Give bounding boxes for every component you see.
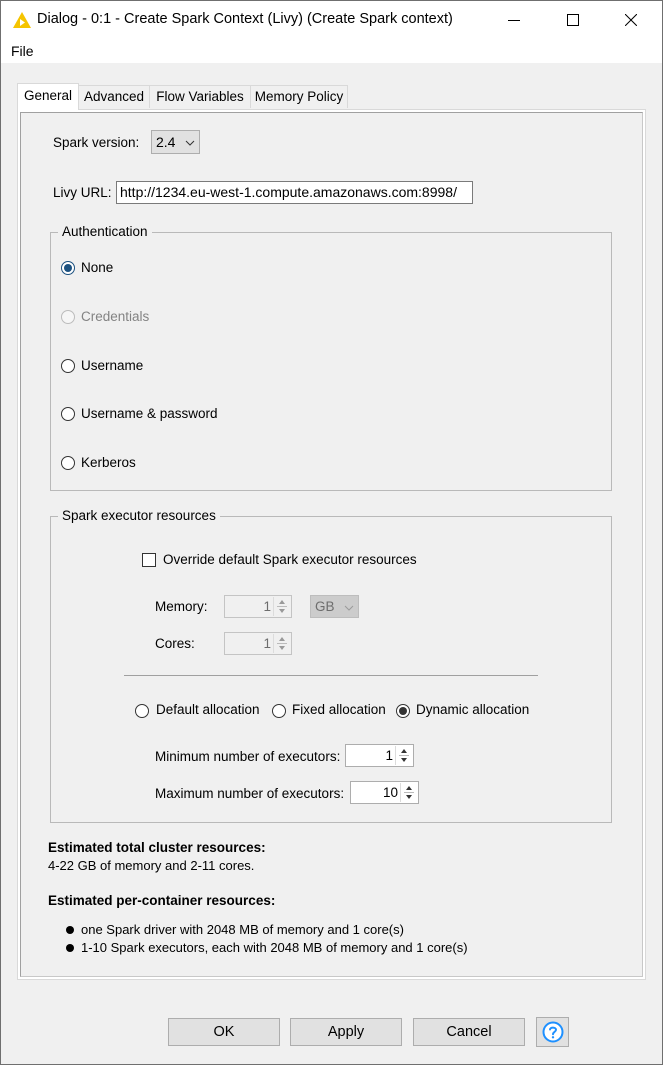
- memory-unit-select: GB: [310, 595, 359, 618]
- window-title: Dialog - 0:1 - Create Spark Context (Liv…: [37, 11, 453, 27]
- help-button[interactable]: [536, 1017, 569, 1047]
- close-icon: [625, 14, 637, 26]
- memory-spinner: 1: [224, 595, 292, 618]
- override-resources-checkbox[interactable]: [142, 553, 156, 567]
- max-executors-label: Maximum number of executors:: [155, 786, 345, 801]
- spinner-up-icon: [279, 637, 285, 641]
- apply-button[interactable]: Apply: [290, 1018, 402, 1046]
- min-executors-label: Minimum number of executors:: [155, 749, 341, 764]
- minimize-button[interactable]: [491, 1, 537, 39]
- tab-advanced[interactable]: Advanced: [78, 85, 150, 108]
- allocation-label-default[interactable]: Default allocation: [156, 702, 260, 717]
- spinner-down-icon: [279, 609, 285, 613]
- allocation-label-fixed[interactable]: Fixed allocation: [292, 702, 386, 717]
- dialog-window: Dialog - 0:1 - Create Spark Context (Liv…: [0, 0, 663, 1065]
- auth-radio-username[interactable]: [61, 359, 75, 373]
- ok-button[interactable]: OK: [168, 1018, 280, 1046]
- allocation-radio-fixed[interactable]: [272, 704, 286, 718]
- min-executors-arrows[interactable]: [395, 746, 412, 765]
- max-executors-spinner[interactable]: 10: [350, 781, 419, 804]
- spark-version-label: Spark version:: [53, 135, 140, 150]
- override-resources-label[interactable]: Override default Spark executor resource…: [163, 552, 417, 567]
- cores-spinner: 1: [224, 632, 292, 655]
- menu-file[interactable]: File: [11, 43, 34, 59]
- spinner-up-icon[interactable]: [401, 749, 407, 753]
- tab-general[interactable]: General: [17, 83, 79, 110]
- menu-bar: File: [1, 39, 662, 63]
- chevron-down-icon: [344, 605, 354, 611]
- spinner-down-icon: [279, 646, 285, 650]
- auth-label-username-password[interactable]: Username & password: [81, 406, 218, 421]
- cores-value: 1: [263, 636, 271, 651]
- executor-resources-group-title: Spark executor resources: [58, 508, 220, 523]
- memory-value: 1: [263, 599, 271, 614]
- min-executors-value: 1: [385, 748, 393, 763]
- auth-radio-kerberos[interactable]: [61, 456, 75, 470]
- auth-label-username[interactable]: Username: [81, 358, 143, 373]
- minimize-icon: [508, 20, 520, 21]
- chevron-down-icon: [185, 140, 195, 146]
- per-container-item: one Spark driver with 2048 MB of memory …: [81, 922, 404, 937]
- per-container-item: 1-10 Spark executors, each with 2048 MB …: [81, 940, 468, 955]
- allocation-label-dynamic[interactable]: Dynamic allocation: [416, 702, 529, 717]
- tab-flow-variables[interactable]: Flow Variables: [149, 85, 251, 108]
- memory-unit-value: GB: [315, 599, 335, 614]
- allocation-radio-dynamic[interactable]: [396, 704, 410, 718]
- memory-spinner-arrows: [273, 597, 290, 616]
- cores-spinner-arrows: [273, 634, 290, 653]
- spinner-down-icon[interactable]: [406, 795, 412, 799]
- livy-url-label: Livy URL:: [53, 185, 112, 200]
- cancel-button[interactable]: Cancel: [413, 1018, 525, 1046]
- spark-version-select[interactable]: 2.4: [151, 130, 200, 154]
- auth-radio-credentials: [61, 310, 75, 324]
- knime-triangle-icon: [13, 12, 31, 28]
- livy-url-input[interactable]: http://1234.eu-west-1.compute.amazonaws.…: [116, 181, 473, 204]
- title-bar: Dialog - 0:1 - Create Spark Context (Liv…: [1, 1, 662, 39]
- maximize-button[interactable]: [550, 1, 596, 39]
- authentication-group-title: Authentication: [58, 224, 152, 239]
- spinner-up-icon[interactable]: [406, 786, 412, 790]
- spinner-down-icon[interactable]: [401, 758, 407, 762]
- auth-label-credentials: Credentials: [81, 309, 150, 324]
- total-resources-text: 4-22 GB of memory and 2-11 cores.: [48, 858, 255, 873]
- cores-label: Cores:: [155, 636, 195, 651]
- auth-label-kerberos[interactable]: Kerberos: [81, 455, 136, 470]
- max-executors-arrows[interactable]: [400, 783, 417, 802]
- min-executors-spinner[interactable]: 1: [345, 744, 414, 767]
- close-button[interactable]: [608, 1, 654, 39]
- total-resources-heading: Estimated total cluster resources:: [48, 840, 266, 855]
- bullet-icon: [66, 944, 74, 952]
- tab-memory-policy[interactable]: Memory Policy: [250, 85, 348, 108]
- maximize-icon: [567, 14, 579, 26]
- help-icon: [542, 1021, 563, 1043]
- max-executors-value: 10: [382, 785, 398, 800]
- separator: [124, 675, 538, 676]
- bullet-icon: [66, 926, 74, 934]
- memory-label: Memory:: [155, 599, 208, 614]
- spinner-up-icon: [279, 600, 285, 604]
- auth-radio-username-password[interactable]: [61, 407, 75, 421]
- spark-version-value: 2.4: [156, 134, 176, 150]
- auth-label-none[interactable]: None: [81, 260, 113, 275]
- auth-radio-none[interactable]: [61, 261, 75, 275]
- allocation-radio-default[interactable]: [135, 704, 149, 718]
- per-container-heading: Estimated per-container resources:: [48, 893, 276, 908]
